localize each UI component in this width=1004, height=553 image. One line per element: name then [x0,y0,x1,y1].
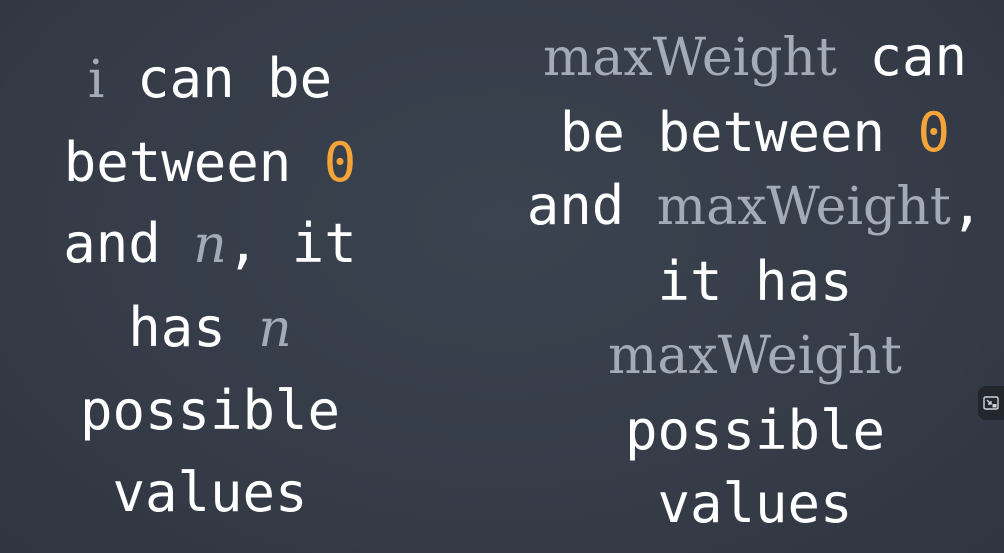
left-line-2-text: between [63,130,324,194]
left-line-3-text: and [63,212,194,275]
left-line-5: possible [79,379,341,442]
left-line-4-text: has [128,295,259,359]
right-line-2-text: be between [559,100,918,164]
right-line-3-text2: , [950,174,984,237]
slide: i can be between 0 and n, it has n possi… [0,0,1004,553]
picture-in-picture-button[interactable] [978,386,1004,420]
left-line-4: has n [30,287,390,371]
variable-i: i [87,50,105,110]
right-line-1-text: can [836,25,967,88]
right-line-2: be between 0 [520,96,990,170]
right-line-1: maxWeight can [520,20,990,96]
left-column-text: i can be between 0 and n, it has n possi… [30,38,390,533]
right-line-4: it has [657,249,853,313]
variable-n: n [193,215,227,275]
picture-in-picture-icon [983,396,999,410]
right-line-3-text: and [526,174,657,237]
left-line-3-text2: , it [226,212,357,275]
right-line-3: and maxWeight, [520,169,990,245]
right-column-text: maxWeight can be between 0 and maxWeight… [520,20,990,541]
number-zero: 0 [323,130,357,194]
left-line-1: i can be [30,38,390,122]
left-line-3: and n, it [30,203,390,287]
right-line-7: values [657,472,853,535]
left-line-2: between 0 [30,122,390,204]
variable-n: n [258,298,292,359]
variable-maxweight: maxWeight [656,177,951,237]
right-line-5: maxWeight [520,318,990,394]
left-line-1-text: can be [104,47,333,110]
number-zero: 0 [917,100,951,164]
left-line-6: values [112,460,308,524]
variable-maxweight: maxWeight [543,28,837,88]
right-line-6: possible [624,398,886,462]
variable-maxweight: maxWeight [608,326,902,386]
